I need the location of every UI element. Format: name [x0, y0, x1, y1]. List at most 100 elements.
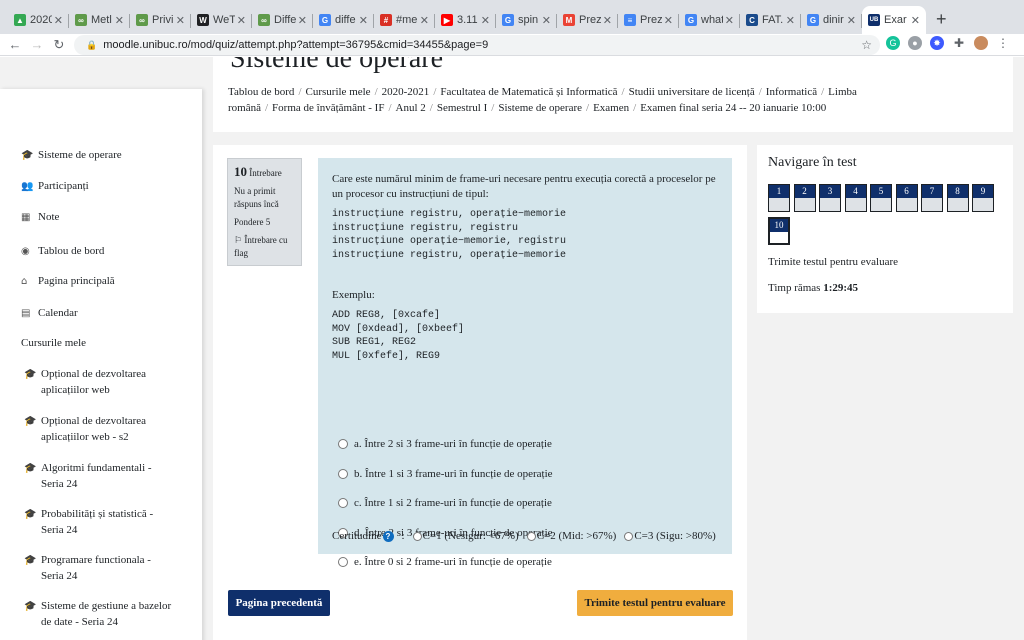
quiz-nav-page-button[interactable]: 3	[819, 184, 841, 212]
quiz-nav-page-button[interactable]: 9	[972, 184, 994, 212]
sidebar-course[interactable]: 🎓 Probabilități și statistică - Seria 24	[24, 506, 153, 538]
browser-tab[interactable]: ∞ Diffe ✕	[252, 6, 313, 34]
tab-close-icon[interactable]: ✕	[115, 14, 124, 27]
tab-close-icon[interactable]: ✕	[481, 14, 490, 27]
gear-extension-icon[interactable]: ✸	[930, 36, 944, 50]
certainty-option[interactable]: C=1 (Nesigur: <67%)	[412, 530, 519, 542]
time-label: Timp rămas	[768, 282, 821, 294]
quiz-nav-page-button[interactable]: 7	[921, 184, 943, 212]
sidebar-item[interactable]: 👥 Participanți	[21, 178, 89, 195]
tab-close-icon[interactable]: ✕	[847, 14, 856, 27]
browser-tab[interactable]: Gdiffe ✕	[313, 6, 374, 34]
address-bar[interactable]: 🔒 moodle.unibuc.ro/mod/quiz/attempt.php?…	[74, 35, 880, 55]
browser-tab[interactable]: ∞ Metl ✕	[69, 6, 130, 34]
answer-option[interactable]: c. Între 1 si 2 frame-uri în funcție de …	[338, 497, 552, 509]
browser-tab[interactable]: ∞ Privi ✕	[130, 6, 191, 34]
breadcrumb-link[interactable]: Studii universitare de licență	[629, 86, 755, 98]
back-icon[interactable]: ←	[4, 37, 26, 52]
forward-icon[interactable]: →	[26, 37, 48, 52]
tab-close-icon[interactable]: ✕	[237, 14, 246, 27]
browser-tab[interactable]: # #me ✕	[374, 6, 435, 34]
quiz-nav-page-button[interactable]: 6	[895, 184, 918, 212]
sidebar-item[interactable]: ▦ Note	[21, 209, 59, 226]
grammarly-icon[interactable]: G	[886, 36, 900, 50]
reload-icon[interactable]: ↻	[48, 37, 70, 53]
answer-radio[interactable]	[338, 498, 348, 508]
bookmark-star-icon[interactable]: ☆	[861, 38, 872, 52]
profile-avatar[interactable]	[974, 36, 988, 50]
sidebar-course[interactable]: 🎓 Opțional de dezvoltarea aplicațiilor web…	[24, 413, 146, 445]
tab-close-icon[interactable]: ✕	[786, 14, 795, 27]
quiz-nav-page-number: 5	[871, 185, 891, 198]
breadcrumb-link[interactable]: Facultatea de Matematică și Informatică	[440, 86, 617, 98]
submit-attempt-button[interactable]: Trimite testul pentru evaluare	[577, 590, 733, 616]
certainty-radio[interactable]	[412, 531, 422, 541]
quiz-nav-page-button[interactable]: 4	[844, 184, 867, 212]
flag-question-link[interactable]: ⚐ Întrebare cu flag	[234, 234, 295, 260]
certainty-radio[interactable]	[526, 531, 536, 541]
browser-tab[interactable]: Gwhat ✕	[679, 6, 740, 34]
browser-tab[interactable]: C FAT. ✕	[740, 6, 801, 34]
breadcrumb-link[interactable]: Examen final seria 24 -- 20 ianuarie 10:…	[640, 102, 826, 114]
breadcrumb-link[interactable]: Semestrul I	[437, 102, 487, 114]
sidebar-item[interactable]: ⌂ Pagina principală	[21, 273, 115, 290]
quiz-nav-page-button[interactable]: 8	[946, 184, 969, 212]
answer-option[interactable]: e. Între 0 si 2 frame-uri în funcție de …	[338, 556, 552, 568]
breadcrumb-link[interactable]: Anul 2	[396, 102, 426, 114]
breadcrumb-link[interactable]: Tablou de bord	[228, 86, 294, 98]
browser-tab[interactable]: Gdinir ✕	[801, 6, 862, 34]
breadcrumb-separator: /	[758, 86, 762, 98]
quiz-nav-page-button[interactable]: 1	[768, 184, 790, 212]
quiz-nav-page-button[interactable]: 10	[768, 217, 790, 245]
answer-radio[interactable]	[338, 557, 348, 567]
sidebar-item[interactable]: ▤ Calendar	[21, 305, 78, 322]
chat-extension-icon[interactable]: ●	[908, 36, 922, 50]
menu-kebab-icon[interactable]: ⋮	[996, 36, 1010, 50]
sidebar-course[interactable]: 🎓 Opțional de dezvoltarea aplicațiilor web	[24, 366, 146, 398]
help-icon[interactable]: ?	[382, 530, 394, 542]
tab-close-icon[interactable]: ✕	[54, 14, 63, 27]
breadcrumb-link[interactable]: Sisteme de operare	[498, 102, 582, 114]
breadcrumb-link[interactable]: Cursurile mele	[306, 86, 371, 98]
breadcrumb-link[interactable]: Informatică	[766, 86, 817, 98]
tab-close-icon[interactable]: ✕	[420, 14, 429, 27]
tab-close-icon[interactable]: ✕	[603, 14, 612, 27]
answer-radio[interactable]	[338, 468, 348, 479]
browser-tab[interactable]: ▶ 3.11 ✕	[435, 6, 496, 34]
browser-tab[interactable]: ▲ 2020 ✕	[8, 6, 69, 34]
browser-tab[interactable]: ≡ Prez ✕	[618, 6, 679, 34]
sidebar-course[interactable]: 🎓 Sisteme de gestiune a bazelor de date - …	[24, 598, 171, 630]
tab-close-icon[interactable]: ✕	[664, 14, 673, 27]
answer-option[interactable]: b. Între 1 si 3 frame-uri în funcție de …	[338, 468, 553, 480]
breadcrumb-link[interactable]: 2020-2021	[382, 86, 430, 98]
browser-tab[interactable]: W WeT ✕	[191, 6, 252, 34]
sidebar-item[interactable]: 🎓 Sisteme de operare	[21, 147, 122, 164]
quiz-nav-page-button[interactable]: 5	[870, 184, 892, 212]
sidebar-course[interactable]: 🎓 Algoritmi fundamentali - Seria 24	[24, 460, 152, 492]
sidebar-item[interactable]: ◉ Tablou de bord	[21, 243, 104, 260]
previous-page-button[interactable]: Pagina precedentă	[228, 590, 330, 616]
browser-tab[interactable]: Gspin ✕	[496, 6, 557, 34]
puzzle-icon[interactable]: ✚	[952, 36, 966, 50]
tab-close-icon[interactable]: ✕	[725, 14, 734, 27]
certainty-option[interactable]: C=3 (Sigu: >80%)	[624, 530, 716, 542]
submit-attempt-link[interactable]: Trimite testul pentru evaluare	[768, 256, 898, 268]
sidebar-item-label: Calendar	[38, 307, 78, 319]
browser-tab[interactable]: UB Exar ✕	[862, 6, 926, 34]
tab-close-icon[interactable]: ✕	[911, 14, 920, 27]
tab-close-icon[interactable]: ✕	[542, 14, 551, 27]
new-tab-button[interactable]: +	[936, 9, 947, 30]
breadcrumb-link[interactable]: Forma de învățământ - IF	[272, 102, 384, 114]
browser-tab[interactable]: M Prez ✕	[557, 6, 618, 34]
sidebar-course[interactable]: 🎓 Programare functionala - Seria 24	[24, 552, 151, 584]
tab-close-icon[interactable]: ✕	[176, 14, 185, 27]
tab-close-icon[interactable]: ✕	[359, 14, 368, 27]
breadcrumb-link[interactable]: Examen	[593, 102, 629, 114]
graduation-cap-icon: 🎓	[24, 369, 37, 380]
certainty-option[interactable]: C=2 (Mid: >67%)	[526, 530, 616, 542]
answer-option[interactable]: a. Între 2 si 3 frame-uri în funcție de …	[338, 438, 552, 450]
tab-close-icon[interactable]: ✕	[298, 14, 307, 27]
quiz-nav-page-button[interactable]: 2	[793, 184, 816, 212]
certainty-radio[interactable]	[624, 531, 634, 541]
answer-radio[interactable]	[338, 439, 348, 449]
